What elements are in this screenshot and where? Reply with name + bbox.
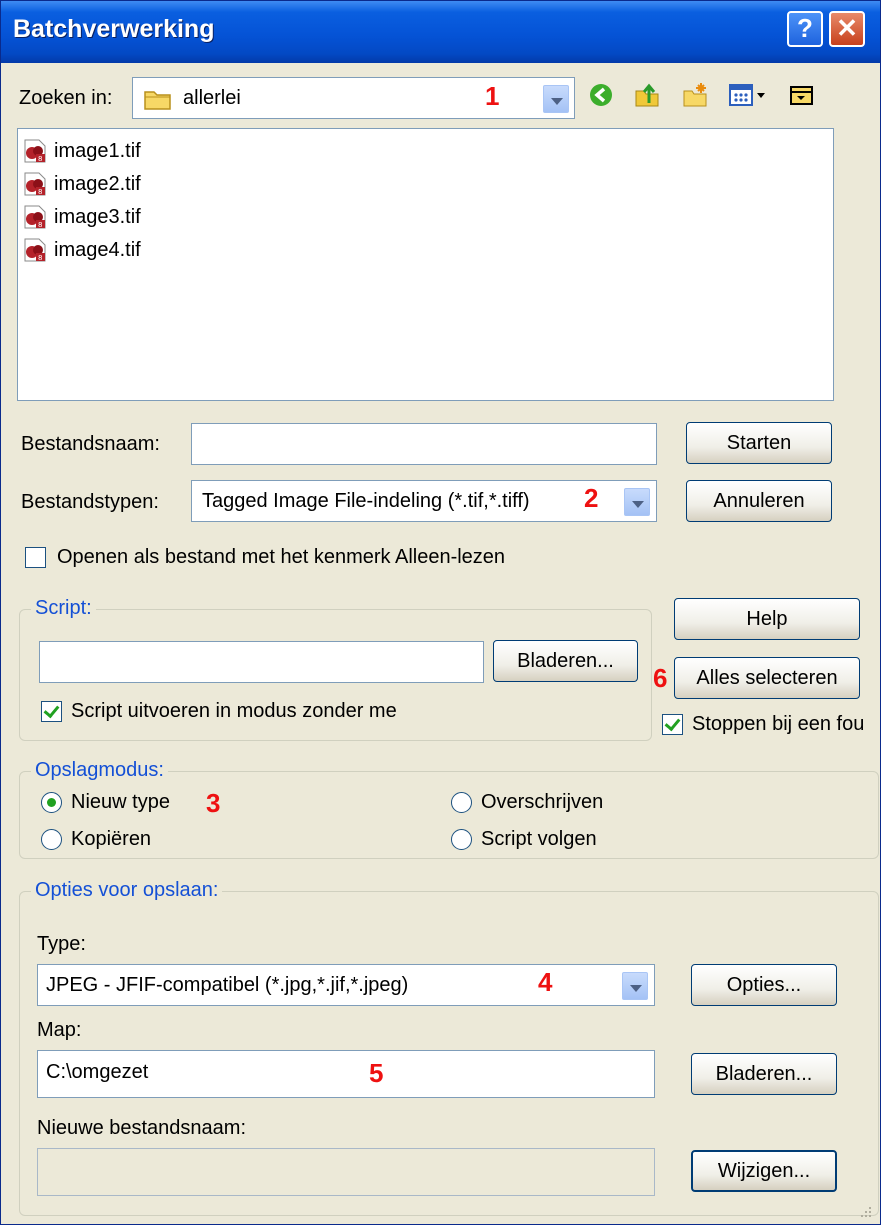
filetype-value: Tagged Image File-indeling (*.tif,*.tiff… <box>202 490 530 512</box>
filetype-label: Bestandstypen: <box>21 491 159 513</box>
annotation-5: 5 <box>369 1058 384 1088</box>
filetype-dropdown-button[interactable] <box>624 488 650 516</box>
silent-mode-checkbox[interactable] <box>41 701 62 722</box>
new-folder-icon[interactable] <box>681 81 709 109</box>
window-title: Batchverwerking <box>13 15 215 43</box>
lookin-label: Zoeken in: <box>19 87 113 109</box>
save-mode-legend: Opslagmodus: <box>31 759 168 782</box>
tif-file-icon: 8 <box>24 205 46 229</box>
stop-on-error-label: Stoppen bij een fou <box>692 713 865 735</box>
radio-overwrite-label: Overschrijven <box>481 791 604 813</box>
up-folder-icon[interactable] <box>633 81 661 109</box>
radio-follow-script[interactable] <box>451 829 472 850</box>
folder-icon <box>144 91 171 110</box>
type-select[interactable]: JPEG - JFIF-compatibel (*.jpg,*.jif,*.jp… <box>37 964 655 1006</box>
help-title-button[interactable]: ? <box>787 11 823 47</box>
annotation-1: 1 <box>485 81 500 111</box>
radio-copy[interactable] <box>41 829 62 850</box>
script-legend: Script: <box>31 597 96 620</box>
tif-file-icon: 8 <box>24 139 46 163</box>
type-dropdown-button[interactable] <box>622 972 648 1000</box>
view-menu-icon[interactable] <box>728 81 770 109</box>
browse-script-button[interactable]: Bladeren... <box>493 640 638 682</box>
options-button[interactable]: Opties... <box>691 964 837 1006</box>
annotation-6: 6 <box>653 663 668 693</box>
back-arrow-icon[interactable] <box>587 81 615 109</box>
file-list[interactable]: 8 image1.tif 8 image2.tif 8 image3.tif 8… <box>17 128 834 401</box>
type-value: JPEG - JFIF-compatibel (*.jpg,*.jif,*.jp… <box>46 974 409 996</box>
radio-new-type-label: Nieuw type <box>71 791 170 813</box>
folder-label: Map: <box>37 1019 82 1041</box>
help-button[interactable]: Help <box>674 598 860 640</box>
tif-file-icon: 8 <box>24 238 46 262</box>
svg-text:8: 8 <box>38 221 42 229</box>
select-all-button[interactable]: Alles selecteren <box>674 657 860 699</box>
new-name-input <box>37 1148 655 1196</box>
start-button[interactable]: Starten <box>686 422 832 464</box>
radio-overwrite[interactable] <box>451 792 472 813</box>
folder-input[interactable]: C:\omgezet <box>37 1050 655 1098</box>
radio-copy-label: Kopiëren <box>71 828 152 850</box>
type-label: Type: <box>37 933 86 955</box>
lookin-combo[interactable]: allerlei <box>132 77 575 119</box>
svg-text:8: 8 <box>38 188 42 196</box>
radio-follow-script-label: Script volgen <box>481 828 597 850</box>
lookin-dropdown-button[interactable] <box>543 85 569 113</box>
filename-label: Bestandsnaam: <box>21 433 160 455</box>
browse-folder-button[interactable]: Bladeren... <box>691 1053 837 1095</box>
lookin-value: allerlei <box>183 87 241 109</box>
cancel-button[interactable]: Annuleren <box>686 480 832 522</box>
file-name: image1.tif <box>54 140 141 162</box>
save-options-legend: Opties voor opslaan: <box>31 879 223 902</box>
file-name: image3.tif <box>54 206 141 228</box>
resize-grip-icon[interactable] <box>858 1204 872 1218</box>
svg-text:8: 8 <box>38 254 42 262</box>
svg-text:8: 8 <box>38 155 42 163</box>
change-button[interactable]: Wijzigen... <box>691 1150 837 1192</box>
filename-input[interactable] <box>191 423 657 465</box>
stop-on-error-checkbox[interactable] <box>662 714 683 735</box>
close-button[interactable]: ✕ <box>829 11 865 47</box>
readonly-checkbox[interactable] <box>25 547 46 568</box>
batch-dialog: Batchverwerking ? ✕ Zoeken in: allerlei … <box>0 0 881 1225</box>
readonly-label: Openen als bestand met het kenmerk Allee… <box>57 546 506 568</box>
tif-file-icon: 8 <box>24 172 46 196</box>
new-name-label: Nieuwe bestandsnaam: <box>37 1117 247 1139</box>
radio-new-type[interactable] <box>41 792 62 813</box>
annotation-3: 3 <box>206 788 221 818</box>
desktop-folder-icon[interactable] <box>787 81 815 109</box>
script-input[interactable] <box>39 641 484 683</box>
title-bar[interactable]: Batchverwerking ? ✕ <box>1 1 880 63</box>
file-name: image4.tif <box>54 239 141 261</box>
annotation-2: 2 <box>584 483 599 513</box>
silent-mode-label: Script uitvoeren in modus zonder me <box>71 700 397 722</box>
folder-value: C:\omgezet <box>46 1061 149 1083</box>
file-name: image2.tif <box>54 173 141 195</box>
annotation-4: 4 <box>538 967 553 997</box>
